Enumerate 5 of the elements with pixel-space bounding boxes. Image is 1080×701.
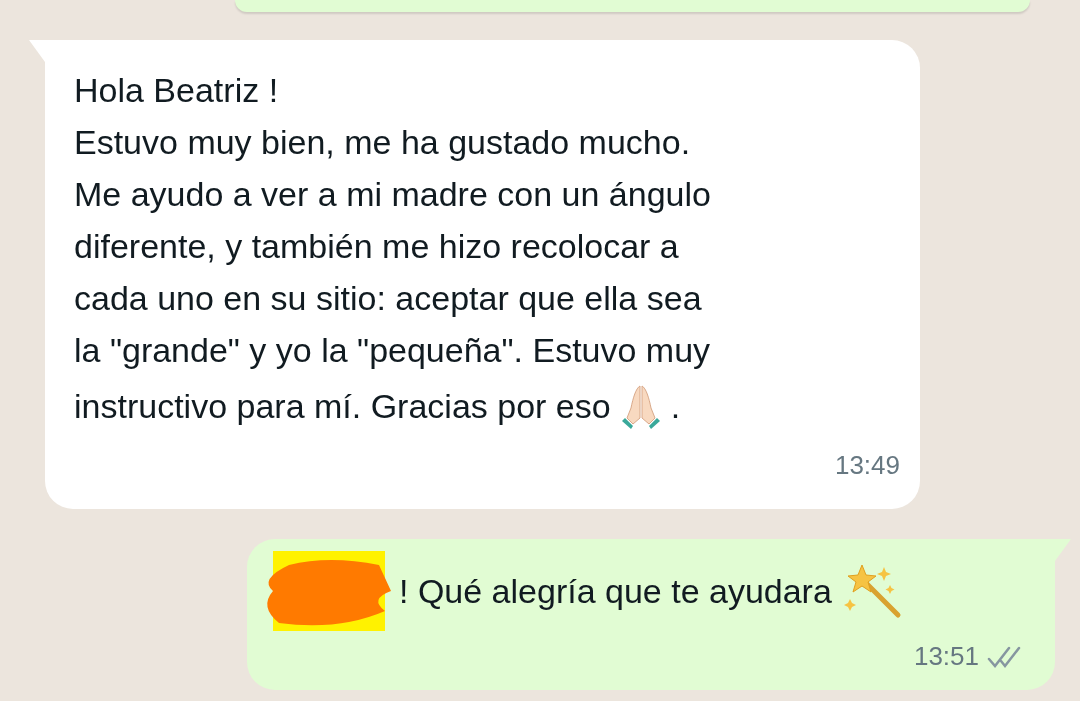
message-time: 13:49 — [834, 449, 900, 482]
message-text: ! Qué alegría que te ayudara — [399, 570, 832, 612]
message-text: instructivo para mí. Gracias por eso — [74, 385, 611, 427]
message-text: . — [670, 385, 681, 427]
message-time: 13:51 — [913, 640, 979, 673]
